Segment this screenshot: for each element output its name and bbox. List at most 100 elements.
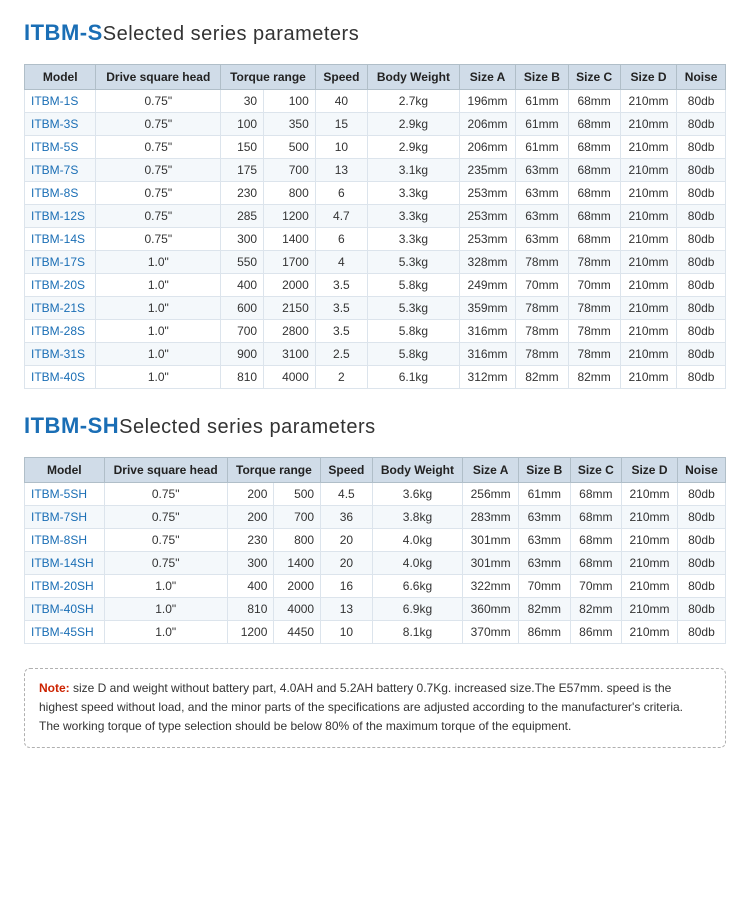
title-normal-itbm-s: Selected series parameters — [103, 23, 359, 45]
cell-model: ITBM-3S — [25, 113, 96, 136]
cell-noise: 80db — [677, 90, 726, 113]
cell-drive: 0.75" — [104, 529, 227, 552]
cell-weight: 6.9kg — [372, 598, 463, 621]
cell-drive: 0.75" — [96, 159, 221, 182]
cell-speed: 40 — [315, 90, 367, 113]
cell-noise: 80db — [677, 251, 726, 274]
cell-sizeB: 63mm — [516, 228, 568, 251]
cell-sizeD: 210mm — [620, 113, 677, 136]
cell-drive: 0.75" — [96, 205, 221, 228]
cell-weight: 8.1kg — [372, 621, 463, 644]
cell-sizeD: 210mm — [620, 251, 677, 274]
cell-sizeA: 206mm — [459, 136, 516, 159]
table-row: ITBM-7SH0.75"200700363.8kg283mm63mm68mm2… — [25, 506, 726, 529]
cell-weight: 4.0kg — [372, 529, 463, 552]
cell-torq2: 1400 — [274, 552, 321, 575]
cell-sizeD: 210mm — [622, 483, 678, 506]
cell-speed: 36 — [321, 506, 373, 529]
cell-sizeB: 82mm — [516, 366, 568, 389]
cell-sizeC: 82mm — [568, 366, 620, 389]
cell-speed: 13 — [321, 598, 373, 621]
col-header-2: Torque range — [227, 458, 320, 483]
cell-noise: 80db — [677, 552, 725, 575]
cell-weight: 2.9kg — [368, 113, 460, 136]
cell-noise: 80db — [677, 297, 726, 320]
cell-torq2: 2000 — [264, 274, 316, 297]
table-row: ITBM-8SH0.75"230800204.0kg301mm63mm68mm2… — [25, 529, 726, 552]
table-itbm-s: ModelDrive square headTorque rangeSpeedB… — [24, 64, 726, 389]
col-header-6: Size B — [519, 458, 571, 483]
table-row: ITBM-5SH0.75"2005004.53.6kg256mm61mm68mm… — [25, 483, 726, 506]
table-row: ITBM-3S0.75"100350152.9kg206mm61mm68mm21… — [25, 113, 726, 136]
cell-drive: 0.75" — [104, 552, 227, 575]
cell-torq1: 400 — [221, 274, 264, 297]
cell-torq2: 1400 — [264, 228, 316, 251]
cell-speed: 6 — [315, 182, 367, 205]
cell-sizeD: 210mm — [620, 159, 677, 182]
col-header-4: Body Weight — [372, 458, 463, 483]
cell-weight: 3.1kg — [368, 159, 460, 182]
cell-sizeD: 210mm — [622, 575, 678, 598]
cell-sizeD: 210mm — [620, 320, 677, 343]
cell-torq2: 1200 — [264, 205, 316, 228]
cell-weight: 3.6kg — [372, 483, 463, 506]
cell-weight: 6.6kg — [372, 575, 463, 598]
cell-sizeA: 360mm — [463, 598, 519, 621]
cell-sizeB: 63mm — [516, 205, 568, 228]
table-header-row: ModelDrive square headTorque rangeSpeedB… — [25, 458, 726, 483]
cell-noise: 80db — [677, 205, 726, 228]
cell-torq2: 100 — [264, 90, 316, 113]
cell-sizeB: 61mm — [516, 113, 568, 136]
cell-noise: 80db — [677, 228, 726, 251]
col-header-6: Size B — [516, 65, 568, 90]
cell-model: ITBM-20SH — [25, 575, 105, 598]
cell-noise: 80db — [677, 483, 725, 506]
cell-torq2: 2800 — [264, 320, 316, 343]
cell-torq2: 4000 — [264, 366, 316, 389]
table-row: ITBM-31S1.0"90031002.55.8kg316mm78mm78mm… — [25, 343, 726, 366]
note-text-1: Note: size D and weight without battery … — [39, 679, 711, 717]
section-title-itbm-s: ITBM-SSelected series parameters — [24, 20, 726, 46]
cell-speed: 10 — [315, 136, 367, 159]
cell-speed: 3.5 — [315, 274, 367, 297]
cell-model: ITBM-12S — [25, 205, 96, 228]
cell-sizeB: 63mm — [519, 529, 571, 552]
cell-drive: 0.75" — [96, 90, 221, 113]
cell-sizeD: 210mm — [622, 621, 678, 644]
cell-sizeD: 210mm — [620, 274, 677, 297]
cell-model: ITBM-45SH — [25, 621, 105, 644]
col-header-1: Drive square head — [96, 65, 221, 90]
cell-noise: 80db — [677, 621, 725, 644]
cell-sizeC: 78mm — [568, 297, 620, 320]
table-row: ITBM-8S0.75"23080063.3kg253mm63mm68mm210… — [25, 182, 726, 205]
table-row: ITBM-28S1.0"70028003.55.8kg316mm78mm78mm… — [25, 320, 726, 343]
cell-speed: 2 — [315, 366, 367, 389]
table-row: ITBM-7S0.75"175700133.1kg235mm63mm68mm21… — [25, 159, 726, 182]
col-header-5: Size A — [459, 65, 516, 90]
cell-sizeA: 253mm — [459, 182, 516, 205]
cell-sizeD: 210mm — [620, 228, 677, 251]
cell-speed: 20 — [321, 529, 373, 552]
col-header-0: Model — [25, 458, 105, 483]
cell-torq2: 2150 — [264, 297, 316, 320]
cell-sizeB: 78mm — [516, 297, 568, 320]
cell-sizeC: 70mm — [570, 575, 622, 598]
table-row: ITBM-14S0.75"300140063.3kg253mm63mm68mm2… — [25, 228, 726, 251]
cell-sizeC: 68mm — [568, 228, 620, 251]
cell-speed: 15 — [315, 113, 367, 136]
cell-sizeA: 253mm — [459, 228, 516, 251]
cell-weight: 3.3kg — [368, 228, 460, 251]
cell-sizeC: 68mm — [568, 136, 620, 159]
cell-sizeA: 235mm — [459, 159, 516, 182]
col-header-3: Speed — [321, 458, 373, 483]
cell-model: ITBM-17S — [25, 251, 96, 274]
note-box: Note: size D and weight without battery … — [24, 668, 726, 748]
cell-torq1: 700 — [221, 320, 264, 343]
cell-torq1: 810 — [221, 366, 264, 389]
cell-model: ITBM-8S — [25, 182, 96, 205]
col-header-1: Drive square head — [104, 458, 227, 483]
cell-model: ITBM-5S — [25, 136, 96, 159]
cell-sizeD: 210mm — [622, 552, 678, 575]
cell-sizeB: 63mm — [516, 182, 568, 205]
cell-sizeD: 210mm — [620, 343, 677, 366]
